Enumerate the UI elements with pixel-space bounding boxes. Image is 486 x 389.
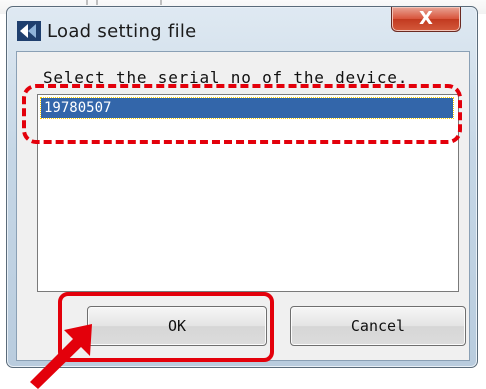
app-logo-icon [17,21,41,41]
highlight-dashed-box [22,84,462,144]
pointer-arrow-icon [30,324,92,389]
window-title: Load setting file [47,21,197,42]
background-tick [160,0,162,5]
background-tick [86,0,88,5]
cancel-button[interactable]: Cancel [290,306,466,346]
background-tick [96,0,98,5]
close-icon: X [419,8,433,29]
close-button[interactable]: X [391,7,461,32]
